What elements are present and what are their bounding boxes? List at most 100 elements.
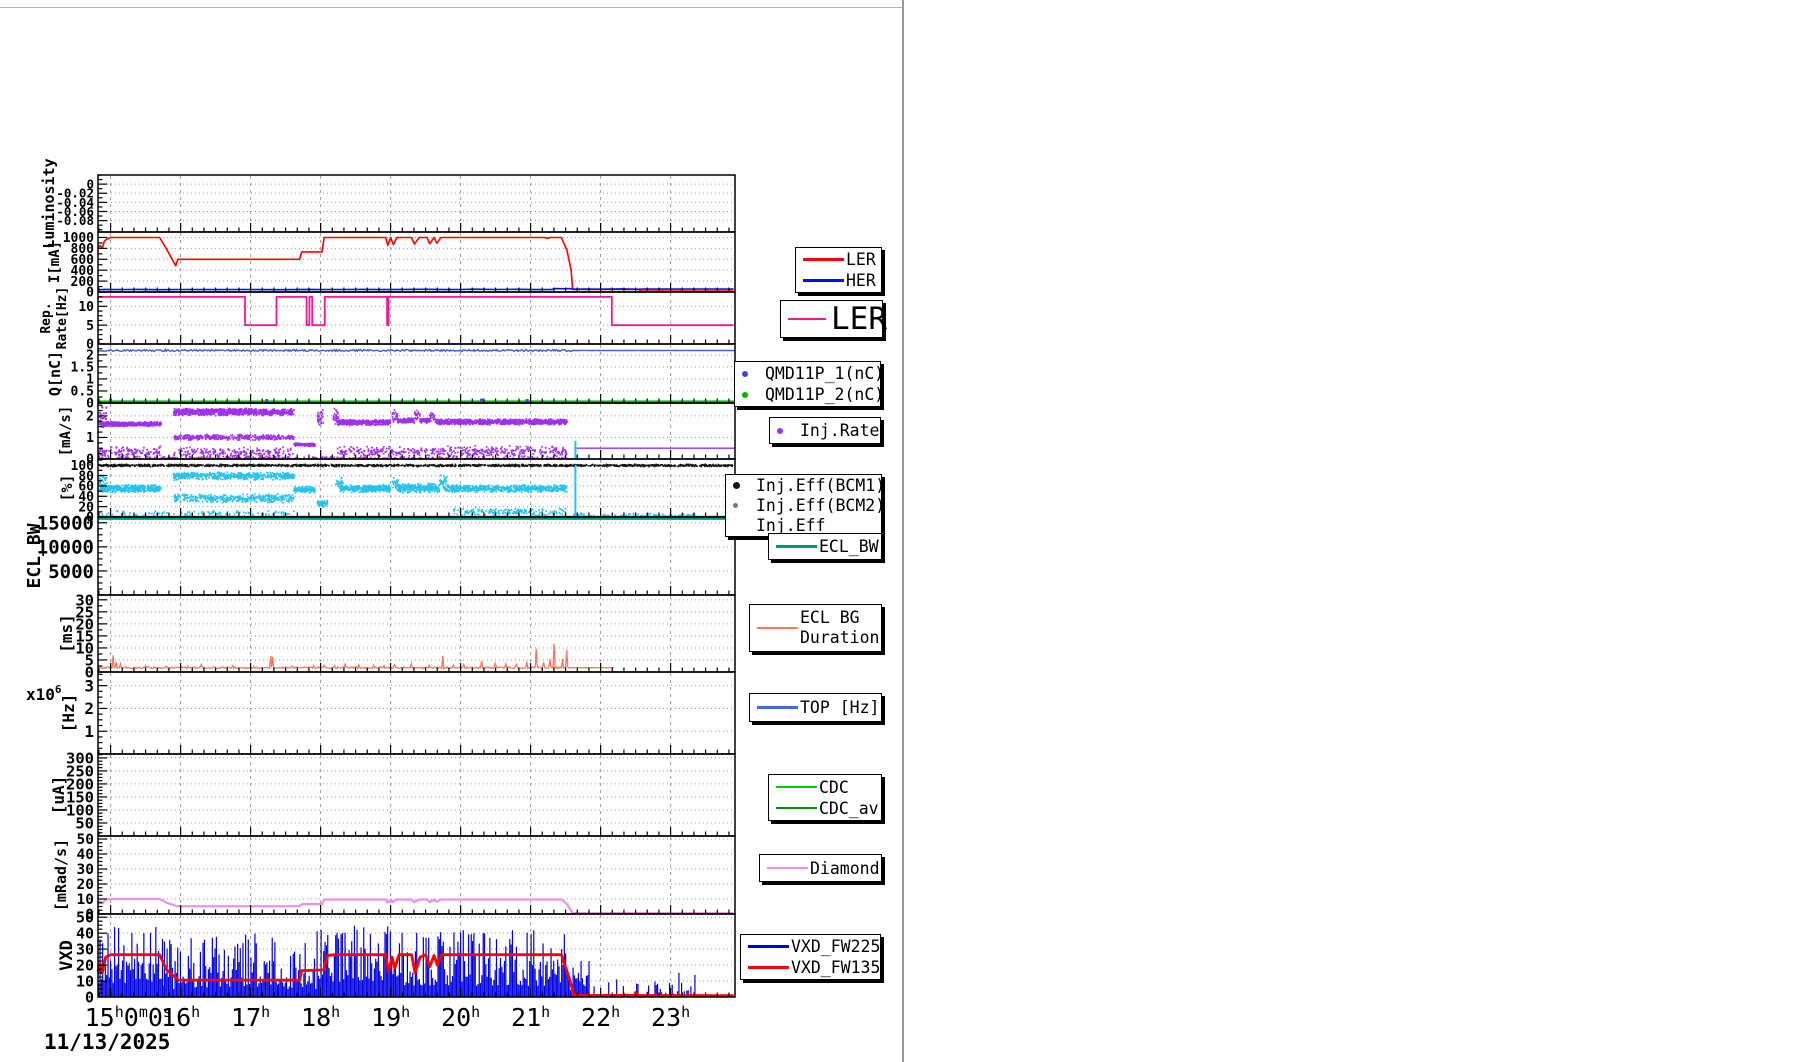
- y-tick-label: 5: [86, 319, 94, 334]
- y-tick-label: 40: [77, 847, 94, 863]
- y-tick-label: 20: [77, 877, 94, 893]
- y-tick-label: 5000: [48, 561, 94, 583]
- panel-diamond: 01020304050[mRad/s]: [52, 832, 735, 923]
- y-axis-title: [mRad/s]: [52, 839, 70, 911]
- y-tick-label: 30: [76, 941, 94, 959]
- legend-entry-label: HER: [846, 270, 876, 291]
- legend-row: QMD11P_2(nC): [735, 384, 880, 405]
- panel-luminosity: 0-0.02-0.04-0.06-0.08Luminosity: [40, 158, 735, 248]
- ler-line-marker: [796, 258, 846, 261]
- legend-row: VXD_FW225: [741, 936, 880, 957]
- legend-row: ECL BG Duration: [750, 606, 881, 650]
- panel-rep-rate: 0510Rep.Rate[Hz]: [39, 287, 735, 353]
- y-tick-label: 30: [77, 862, 94, 878]
- y-tick-label: 10: [78, 300, 94, 315]
- y-tick-label: 10: [76, 972, 94, 990]
- legend-entry-label: LER: [846, 249, 876, 270]
- x-axis-hour-label: 19h: [371, 1003, 410, 1032]
- panel-cdc-current: 50100150200250300[uA]: [49, 749, 735, 836]
- vxd-fw225-line-marker: [741, 945, 791, 948]
- panel-top-rate: 123[Hz]x106: [26, 672, 735, 754]
- y-axis-title: VXD: [57, 940, 77, 971]
- legend-entry-label: CDC_av: [819, 798, 879, 819]
- cdc-line-marker: [769, 786, 819, 789]
- y-tick-label: 10: [77, 892, 94, 908]
- y-axis-title: [uA]: [49, 776, 68, 815]
- y-axis-title: I[mA]: [47, 241, 63, 283]
- x-axis-hour-label: 18h: [301, 1003, 340, 1032]
- cdc-av-line-marker: [769, 807, 819, 810]
- panel-beam-current: 02004006008001000I[mA]: [47, 231, 735, 301]
- y-tick-label: 1000: [63, 231, 94, 246]
- legend-entry-label: ECL_BW: [819, 536, 879, 557]
- legend-row: LER: [796, 249, 881, 270]
- legend-row: Inj.Eff(BCM2): [726, 496, 881, 516]
- legend-entry-label: QMD11P_2(nC): [765, 384, 884, 405]
- y-axis-title: [Hz]: [59, 694, 78, 733]
- legend-row: ECL_BW: [769, 536, 881, 557]
- legend-beam-current: LER HER: [795, 247, 882, 293]
- legend-row: Inj.Eff(BCM1): [726, 476, 881, 496]
- y-axis-title: ECL_BW: [24, 523, 45, 588]
- monitoring-canvas: 0-0.02-0.04-0.06-0.08Luminosity020040060…: [0, 0, 1806, 1062]
- legend-ecl-bg: ECL BG Duration: [749, 604, 882, 652]
- vxd-fw135-line-marker: [741, 966, 791, 969]
- her-line-marker: [796, 279, 846, 282]
- legend-entry-label: Inj.Eff(BCM1): [756, 475, 885, 496]
- legend-entry-label: VXD_FW225: [791, 936, 880, 957]
- y-axis-title: [%]: [58, 474, 76, 501]
- legend-entry-label: CDC: [819, 777, 849, 798]
- legend-row: TOP [Hz]: [750, 697, 881, 718]
- legend-charge: QMD11P_1(nC) QMD11P_2(nC): [734, 361, 881, 407]
- legend-row: HER: [796, 270, 881, 291]
- y-axis-title: Q[nC]: [46, 351, 64, 396]
- legend-inj-eff: Inj.Eff(BCM1) Inj.Eff(BCM2) Inj.Eff: [725, 474, 882, 537]
- y-axis-title: Rep.: [39, 302, 54, 333]
- diamond-line-marker: [760, 867, 810, 870]
- panel-ecl-bw: 50001000015000ECL_BW: [24, 513, 735, 595]
- legend-entry-label: ECL BG: [800, 608, 879, 628]
- panel-inj-eff: 020406080100[%]: [58, 459, 735, 526]
- legend-row: LER: [781, 302, 882, 336]
- x-axis-hour-label: 20h: [441, 1003, 480, 1032]
- x-axis-hour-label: 21h: [511, 1003, 550, 1032]
- x-axis-hour-label: 22h: [581, 1003, 620, 1032]
- x-axis-date: 11/13/2025: [44, 1030, 170, 1054]
- axis-multiplier-label: x106: [26, 683, 62, 704]
- legend-row: CDC: [769, 777, 881, 798]
- legend-entry-label: VXD_FW135: [791, 957, 880, 978]
- legend-entry-label: TOP [Hz]: [800, 697, 879, 718]
- y-tick-label: 2: [86, 410, 94, 425]
- y-tick-label: 10000: [37, 537, 94, 559]
- legend-row: QMD11P_1(nC): [735, 363, 880, 384]
- legend-entry-label: Inj.Eff(BCM2): [756, 495, 885, 516]
- legend-vxd: VXD_FW225 VXD_FW135: [740, 934, 881, 980]
- inj-eff-bcm2-dot-marker: [726, 503, 756, 508]
- inj-eff-bcm1-dot-marker: [726, 482, 756, 489]
- y-tick-label: 3: [84, 676, 94, 695]
- panel-vxd: 01020304050VXD: [57, 909, 735, 1007]
- x-axis-hour-label: 16h: [161, 1003, 200, 1032]
- legend-diamond: Diamond: [759, 854, 882, 882]
- legend-inj-rate: Inj.Rate: [769, 417, 881, 444]
- panel-charge: 00.511.52Q[nC]: [46, 344, 735, 412]
- y-tick-label: 50: [77, 832, 94, 848]
- legend-rep-rate: LER: [780, 300, 883, 338]
- ecl-bg-line-marker: [750, 627, 800, 630]
- legend-cdc: CDC CDC_av: [768, 774, 882, 821]
- legend-row: CDC_av: [769, 798, 881, 819]
- legend-entry-label: Duration: [800, 628, 879, 648]
- y-axis-title: Luminosity: [40, 158, 58, 248]
- legend-entry-label: LER: [831, 301, 887, 337]
- y-tick-label: 100: [71, 459, 95, 474]
- window-top-border: [0, 7, 902, 8]
- y-tick-label: 20: [76, 956, 94, 974]
- y-tick-label: 15000: [37, 513, 94, 535]
- legend-top: TOP [Hz]: [749, 693, 882, 722]
- panel-ecl-bg: 051015202530[ms]: [57, 591, 735, 681]
- ecl-bw-line-marker: [769, 545, 819, 548]
- legend-row: Inj.Rate: [770, 420, 880, 441]
- legend-ecl-bw: ECL_BW: [768, 533, 882, 560]
- y-tick-label: 2: [84, 699, 94, 718]
- legend-row: VXD_FW135: [741, 957, 880, 978]
